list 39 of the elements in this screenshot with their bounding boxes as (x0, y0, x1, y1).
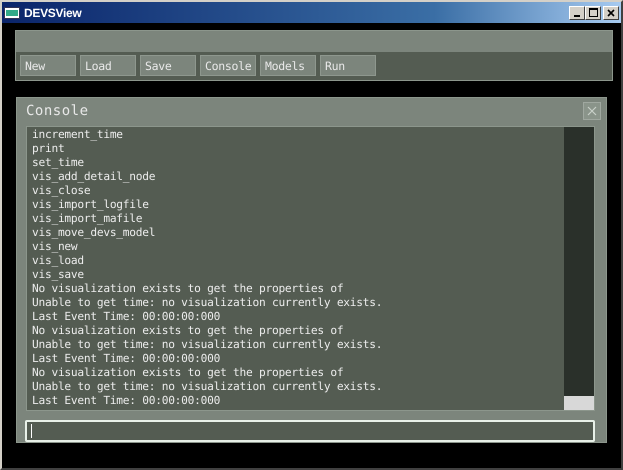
panel-title: Console (26, 103, 90, 119)
console-line: No visualization exists to get the properties of (32, 324, 344, 338)
console-line: vis_add_detail_node (32, 170, 156, 184)
console-line: Last Event Time: 00:00:00:000 (32, 352, 222, 366)
console-line: print (32, 142, 66, 156)
console-line: vis_new (32, 240, 78, 254)
command-input-field[interactable] (25, 420, 595, 442)
maximize-icon (588, 8, 598, 17)
console-line: Unable to get time: no visualization currently exists. (32, 338, 384, 352)
toolbar-button[interactable]: Load (80, 55, 136, 76)
console-line: Unable to get time: no visualization currently exists. (32, 380, 384, 394)
console-line: vis_move_devs_model (32, 226, 156, 240)
close-icon (587, 106, 597, 116)
console-line: vis_close (32, 184, 92, 198)
minimize-icon (574, 14, 580, 16)
window-title: DEVSView (24, 6, 83, 20)
toolbar-button[interactable]: New (20, 55, 76, 76)
text-cursor (31, 424, 32, 438)
console-line: No visualization exists to get the properties of (32, 282, 344, 296)
minimize-button[interactable] (569, 6, 585, 20)
console-line: vis_import_mafile (32, 212, 144, 226)
console-line: vis_import_logfile (32, 198, 150, 212)
console-line: vis_load (32, 254, 85, 268)
maximize-button[interactable] (585, 6, 601, 20)
console-line: Last Event Time: 00:00:00:000 (32, 310, 222, 324)
toolbar-button[interactable]: Console (200, 55, 256, 76)
console-line: Last Event Time: 00:00:00:000 (32, 394, 222, 408)
console-line: Unable to get time: no visualization currently exists. (32, 296, 384, 310)
app-icon (4, 6, 20, 18)
console-line: set_time (32, 156, 85, 170)
toolbar-button[interactable]: Save (140, 55, 196, 76)
close-icon (607, 8, 615, 16)
toolbar-button[interactable]: Run (320, 55, 376, 76)
scrollbar-thumb[interactable] (564, 396, 594, 410)
scrollbar[interactable] (564, 127, 594, 410)
toolbar-button[interactable]: Models (260, 55, 316, 76)
console-line: No visualization exists to get the properties of (32, 366, 344, 380)
console-line: vis_save (32, 268, 85, 282)
console-line: increment_time (32, 128, 124, 142)
